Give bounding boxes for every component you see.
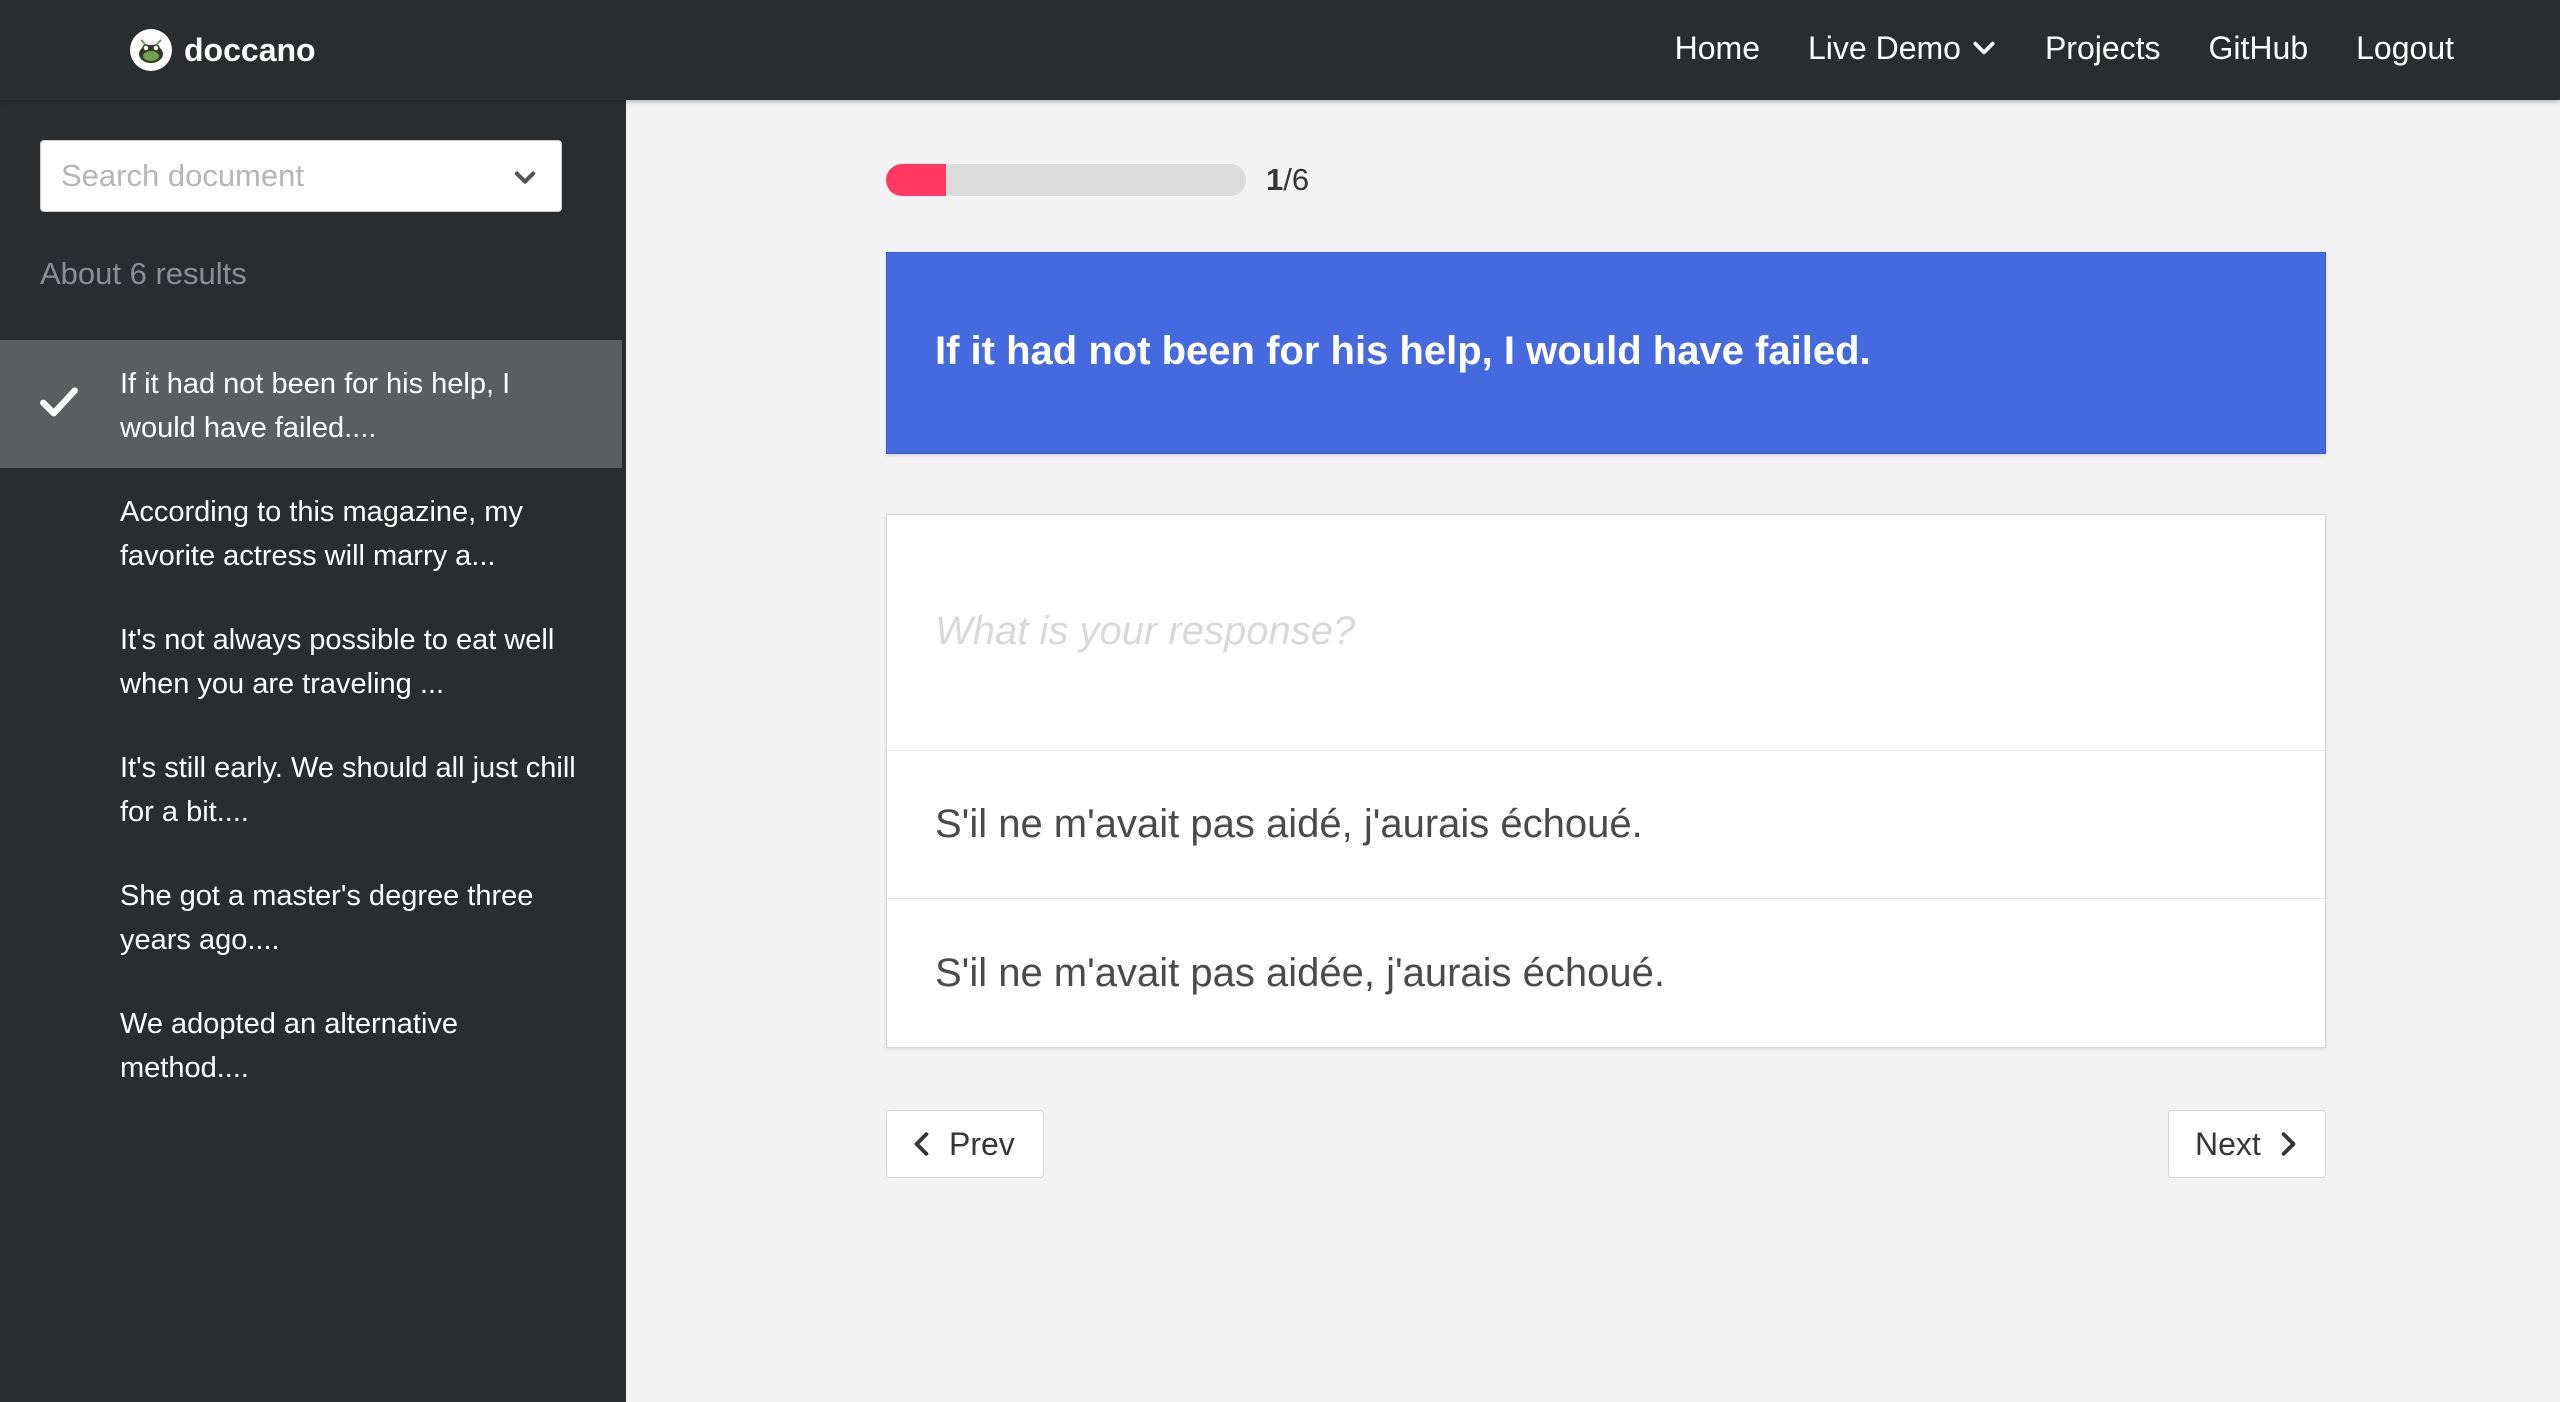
document-item[interactable]: It's still early. We should all just chi… bbox=[0, 724, 622, 852]
search-document-dropdown[interactable] bbox=[40, 140, 562, 212]
nav-home[interactable]: Home bbox=[1675, 30, 1760, 67]
doccano-logo-icon bbox=[130, 29, 172, 71]
answer-item[interactable]: S'il ne m'avait pas aidé, j'aurais échou… bbox=[887, 751, 2325, 899]
top-navbar: doccano Home Live Demo Projects GitHub L… bbox=[0, 0, 2560, 100]
nav-links: Home Live Demo Projects GitHub Logout bbox=[1627, 0, 2454, 96]
next-button-label: Next bbox=[2195, 1125, 2261, 1162]
document-item-label: We adopted an alternative method.... bbox=[120, 1008, 459, 1084]
check-icon bbox=[40, 387, 78, 417]
document-list: If it had not been for his help, I would… bbox=[0, 340, 622, 1108]
next-button[interactable]: Next bbox=[2168, 1110, 2326, 1178]
source-text-box: If it had not been for his help, I would… bbox=[886, 252, 2326, 454]
document-item[interactable]: She got a master's degree three years ag… bbox=[0, 852, 622, 980]
chevron-down-icon bbox=[1973, 41, 1995, 55]
answer-item[interactable]: S'il ne m'avait pas aidée, j'aurais écho… bbox=[887, 899, 2325, 1047]
nav-projects[interactable]: Projects bbox=[2045, 30, 2161, 67]
document-item-label: According to this magazine, my favorite … bbox=[120, 496, 523, 572]
document-item[interactable]: According to this magazine, my favorite … bbox=[0, 468, 622, 596]
results-count: About 6 results bbox=[40, 256, 247, 291]
brand[interactable]: doccano bbox=[130, 28, 316, 72]
response-area bbox=[887, 515, 2325, 751]
prev-button-label: Prev bbox=[949, 1125, 1015, 1162]
response-input[interactable] bbox=[887, 515, 2325, 750]
chevron-right-icon bbox=[2281, 1132, 2296, 1156]
document-item-label: If it had not been for his help, I would… bbox=[120, 368, 511, 444]
sidebar: About 6 results If it had not been for h… bbox=[0, 100, 626, 1402]
progress-bar bbox=[886, 164, 1246, 196]
document-item[interactable]: It's not always possible to eat well whe… bbox=[0, 596, 622, 724]
nav-live-demo[interactable]: Live Demo bbox=[1808, 30, 1997, 67]
nav-github[interactable]: GitHub bbox=[2209, 30, 2309, 67]
progress-bar-fill bbox=[886, 164, 947, 196]
prev-button[interactable]: Prev bbox=[886, 1110, 1044, 1178]
document-item[interactable]: We adopted an alternative method.... bbox=[0, 980, 622, 1108]
document-item-label: It's not always possible to eat well whe… bbox=[120, 624, 555, 700]
chevron-down-icon[interactable] bbox=[511, 163, 539, 191]
document-item-label: It's still early. We should all just chi… bbox=[120, 752, 576, 828]
search-input[interactable] bbox=[41, 141, 501, 211]
document-item-label: She got a master's degree three years ag… bbox=[120, 880, 534, 956]
document-item[interactable]: If it had not been for his help, I would… bbox=[0, 340, 622, 468]
nav-logout[interactable]: Logout bbox=[2356, 30, 2454, 67]
progress-total: /6 bbox=[1283, 162, 1310, 197]
progress-current: 1 bbox=[1266, 162, 1284, 197]
chevron-left-icon bbox=[914, 1132, 929, 1156]
source-text: If it had not been for his help, I would… bbox=[935, 329, 1871, 373]
brand-name: doccano bbox=[184, 31, 316, 68]
answer-card: S'il ne m'avait pas aidé, j'aurais échou… bbox=[886, 514, 2326, 1048]
progress-text: 1/6 bbox=[1266, 162, 1309, 198]
nav-live-demo-label: Live Demo bbox=[1807, 29, 1961, 66]
